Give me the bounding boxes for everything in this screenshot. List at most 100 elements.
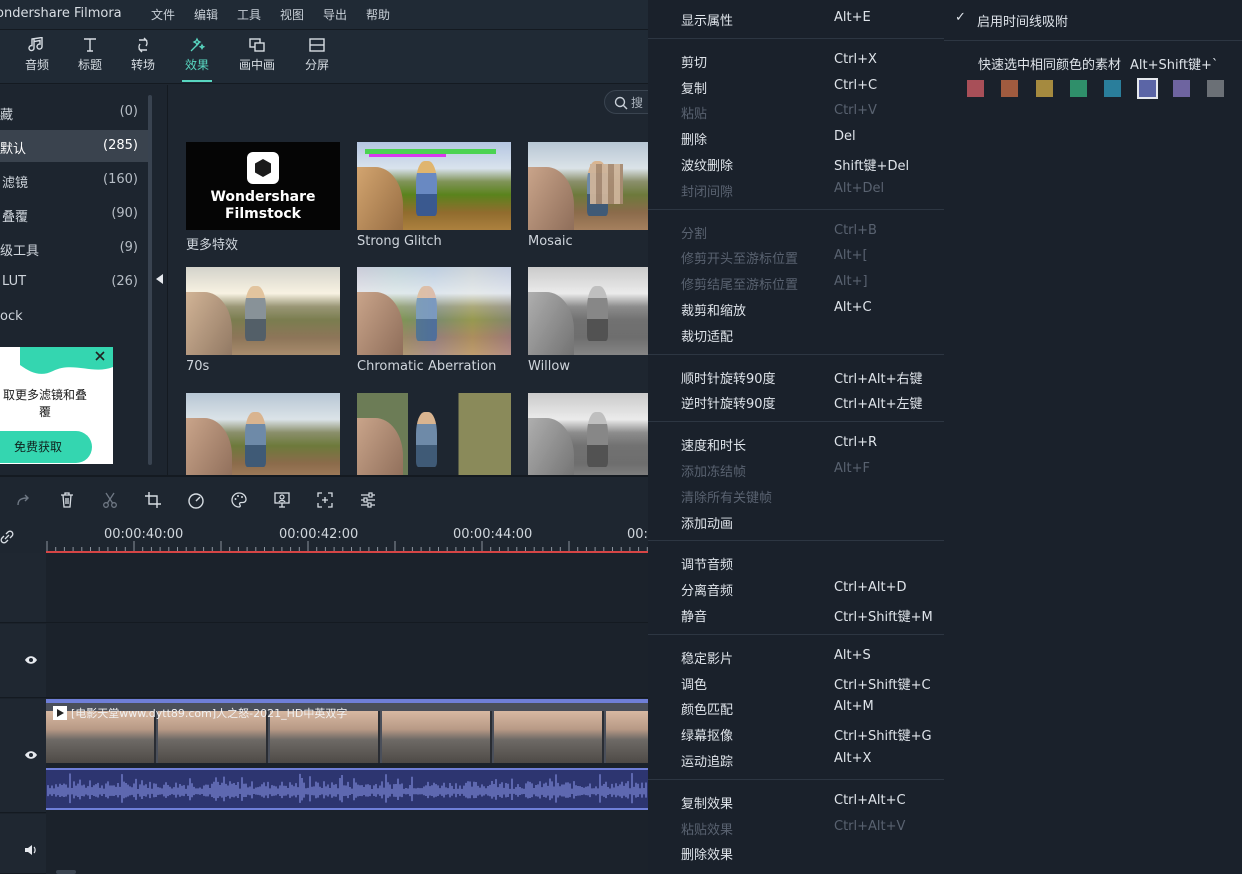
color-palette-icon[interactable] bbox=[230, 491, 248, 509]
free-get-button[interactable]: 免费获取 bbox=[0, 431, 92, 463]
link-icon[interactable] bbox=[0, 529, 15, 545]
effect-thumbnail: Wondershare Filmstock bbox=[186, 142, 340, 230]
menu-edit[interactable]: 编辑 bbox=[194, 6, 218, 23]
menu-item-shortcut: Alt+C bbox=[834, 300, 872, 315]
speaker-icon[interactable] bbox=[24, 844, 38, 856]
tab-pip[interactable]: 画中画 bbox=[234, 34, 280, 80]
context-menu-item[interactable]: 调色 Ctrl+Shift键+C bbox=[648, 670, 944, 696]
close-icon[interactable] bbox=[94, 350, 106, 362]
menu-item-shortcut: Alt+M bbox=[834, 699, 874, 715]
search-input[interactable]: 搜 bbox=[604, 90, 648, 114]
effect-card-strong-glitch[interactable]: Strong Glitch bbox=[357, 142, 511, 249]
context-menu-item: 粘贴 Ctrl+V bbox=[648, 99, 944, 125]
context-menu-item[interactable]: 稳定影片 Alt+S bbox=[648, 644, 944, 670]
menu-item-label: 添加冻结帧 bbox=[681, 465, 747, 480]
context-menu-item[interactable]: 复制效果 Ctrl+Alt+C bbox=[648, 789, 944, 815]
effect-card-filmstock[interactable]: Wondershare Filmstock 更多特效 bbox=[186, 142, 340, 253]
effect-card-mosaic[interactable]: Mosaic bbox=[528, 142, 648, 249]
effect-card-chromatic-aberration[interactable]: Chromatic Aberration bbox=[357, 267, 511, 374]
context-menu-item[interactable]: 分离音频 Ctrl+Alt+D bbox=[648, 576, 944, 602]
tab-effects[interactable]: 效果 bbox=[174, 34, 220, 82]
delete-icon[interactable] bbox=[58, 491, 76, 509]
menu-view[interactable]: 视图 bbox=[280, 6, 304, 23]
category-count: (285) bbox=[103, 138, 138, 153]
menu-item-label: 调节音频 bbox=[681, 558, 734, 574]
tab-titles[interactable]: 标题 bbox=[67, 34, 113, 80]
context-menu-item[interactable]: 顺时针旋转90度 Ctrl+Alt+右键 bbox=[648, 364, 944, 390]
menu-item-label: 显示属性 bbox=[681, 14, 734, 29]
eye-icon[interactable] bbox=[24, 750, 38, 760]
tab-transitions[interactable]: 转场 bbox=[120, 34, 166, 80]
crop-icon[interactable] bbox=[144, 491, 162, 509]
speed-icon[interactable] bbox=[187, 491, 205, 509]
color-swatch[interactable] bbox=[1172, 80, 1190, 97]
empty-track[interactable] bbox=[46, 553, 648, 623]
menu-help[interactable]: 帮助 bbox=[366, 6, 390, 23]
clip-title: [电影天堂www.dytt89.com]人之怒-2021_HD中英双字 bbox=[71, 707, 348, 720]
category-favorites[interactable]: 藏 (0) bbox=[0, 96, 148, 128]
motion-tracking-icon[interactable] bbox=[316, 491, 334, 509]
menu-export[interactable]: 导出 bbox=[323, 6, 347, 23]
scissors-icon[interactable] bbox=[101, 491, 119, 509]
green-screen-icon[interactable] bbox=[273, 491, 291, 509]
menu-item-enable-timeline-snap[interactable]: ✓ 启用时间线吸附 bbox=[944, 6, 1242, 32]
effect-card-willow[interactable]: Willow bbox=[528, 267, 648, 374]
context-menu-item[interactable]: 速度和时长 Ctrl+R bbox=[648, 431, 944, 457]
menu-item-label: 稳定影片 bbox=[681, 651, 734, 667]
color-swatch[interactable] bbox=[1104, 80, 1122, 97]
context-menu-item[interactable]: 颜色匹配 Alt+M bbox=[648, 695, 944, 721]
adjust-sliders-icon[interactable] bbox=[359, 491, 377, 509]
color-swatch[interactable] bbox=[1001, 80, 1019, 97]
color-swatch[interactable] bbox=[1207, 80, 1225, 97]
redo-icon[interactable] bbox=[15, 491, 33, 509]
effect-card-70s[interactable]: 70s bbox=[186, 267, 340, 374]
category-utility[interactable]: 级工具 (9) bbox=[0, 232, 148, 264]
context-menu-item[interactable]: 裁切适配 bbox=[648, 322, 944, 348]
context-menu-item: 修剪开头至游标位置 Alt+[ bbox=[648, 244, 944, 270]
context-menu-item[interactable]: 运动追踪 Alt+X bbox=[648, 747, 944, 773]
menu-item-label: 封闭间隙 bbox=[681, 184, 734, 200]
context-menu-item[interactable]: 剪切 Ctrl+X bbox=[648, 48, 944, 74]
category-filmstock[interactable]: ock bbox=[0, 301, 148, 333]
eye-icon[interactable] bbox=[24, 655, 38, 665]
context-menu-item[interactable]: 复制 Ctrl+C bbox=[648, 74, 944, 100]
context-menu-item[interactable]: 裁剪和缩放 Alt+C bbox=[648, 296, 944, 322]
collapse-sidebar-icon[interactable] bbox=[156, 274, 164, 284]
timeline-ruler[interactable]: 00:00:40:00 00:00:42:00 00:00:44:00 00:0 bbox=[0, 521, 648, 553]
timeline-scrollbar[interactable] bbox=[56, 870, 76, 874]
context-menu-item[interactable]: 删除效果 bbox=[648, 840, 944, 866]
context-menu-item[interactable]: 显示属性 Alt+E bbox=[648, 6, 944, 32]
video-track-empty[interactable] bbox=[46, 624, 648, 698]
color-swatch[interactable] bbox=[1136, 78, 1158, 99]
tab-audio[interactable]: 音频 bbox=[14, 34, 60, 80]
ruler-ticks bbox=[46, 541, 648, 551]
color-swatch[interactable] bbox=[967, 80, 984, 97]
category-lut[interactable]: LUT (26) bbox=[0, 266, 148, 298]
context-menu-item[interactable]: 调节音频 bbox=[648, 550, 944, 576]
sidebar-scrollbar[interactable] bbox=[148, 95, 152, 465]
category-filters[interactable]: 滤镜 (160) bbox=[0, 164, 148, 196]
color-swatch[interactable] bbox=[1035, 80, 1053, 97]
color-swatch[interactable] bbox=[1069, 80, 1087, 97]
category-overlays[interactable]: 叠覆 (90) bbox=[0, 198, 148, 230]
context-menu-item[interactable]: 逆时针旋转90度 Ctrl+Alt+左键 bbox=[648, 389, 944, 415]
menu-item-select-same-color[interactable]: 快速选中相同颜色的素材 Alt+Shift键+` bbox=[944, 50, 1242, 76]
effect-card[interactable] bbox=[528, 393, 648, 475]
menu-item-shortcut: Alt+S bbox=[834, 647, 871, 663]
category-default[interactable]: 默认 (285) bbox=[0, 130, 148, 162]
context-menu-item[interactable]: 静音 Ctrl+Shift键+M bbox=[648, 602, 944, 628]
effect-card[interactable] bbox=[357, 393, 511, 475]
effect-card[interactable] bbox=[186, 393, 340, 475]
context-menu-item[interactable]: 删除 Del bbox=[648, 125, 944, 151]
menu-item-label: 启用时间线吸附 bbox=[977, 15, 1069, 30]
context-menu-item[interactable]: 添加动画 bbox=[648, 509, 944, 535]
active-tab-underline bbox=[182, 80, 212, 82]
context-menu-item[interactable]: 波纹删除 Shift键+Del bbox=[648, 151, 944, 177]
menu-tools[interactable]: 工具 bbox=[237, 6, 261, 23]
context-menu-item[interactable]: 绿幕抠像 Ctrl+Shift键+G bbox=[648, 721, 944, 747]
track-header bbox=[0, 624, 46, 698]
menu-file[interactable]: 文件 bbox=[151, 6, 175, 23]
audio-waveform-clip[interactable] bbox=[46, 768, 648, 810]
effect-thumbnail bbox=[528, 267, 648, 355]
tab-split-screen[interactable]: 分屏 bbox=[294, 34, 340, 80]
